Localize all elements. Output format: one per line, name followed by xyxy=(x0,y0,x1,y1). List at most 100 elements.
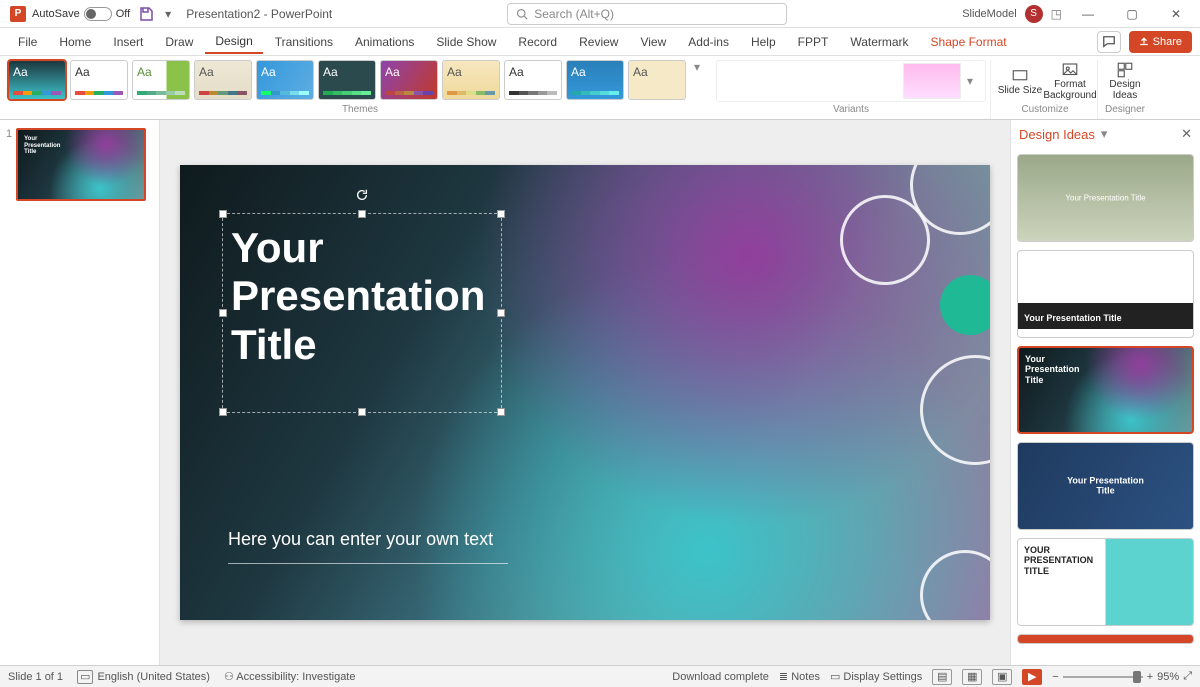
design-idea-4[interactable]: Your Presentation Title xyxy=(1017,442,1194,530)
group-label-customize: Customize xyxy=(997,104,1093,115)
tab-draw[interactable]: Draw xyxy=(155,31,203,53)
design-idea-5[interactable]: YOUR PRESENTATION TITLE xyxy=(1017,538,1194,626)
status-bar: Slide 1 of 1 ▭English (United States) ⚇ … xyxy=(0,665,1200,687)
slideshow-view-icon[interactable]: ▶ xyxy=(1022,669,1042,685)
theme-item-8[interactable]: Aa xyxy=(442,60,500,100)
language-status[interactable]: ▭English (United States) xyxy=(77,670,210,683)
slide-thumbnail-1[interactable]: Your Presentation Title xyxy=(16,128,146,201)
rotate-handle-icon[interactable] xyxy=(355,188,369,202)
slide-1[interactable]: Your Presentation Title Here you can ent… xyxy=(180,165,990,620)
design-ideas-button[interactable]: Design Ideas xyxy=(1102,60,1148,102)
tab-watermark[interactable]: Watermark xyxy=(840,31,918,53)
design-ideas-pane: Design Ideas ▾ ✕ Your Presentation Title… xyxy=(1010,120,1200,665)
resize-handle[interactable] xyxy=(497,309,505,317)
theme-item-1[interactable]: Aa xyxy=(8,60,66,100)
share-label: Share xyxy=(1153,36,1182,48)
tab-record[interactable]: Record xyxy=(508,31,567,53)
minimize-button[interactable]: — xyxy=(1070,0,1106,28)
tab-animations[interactable]: Animations xyxy=(345,31,424,53)
autosave-toggle[interactable]: AutoSave Off xyxy=(32,7,130,21)
zoom-slider[interactable] xyxy=(1063,676,1143,678)
pane-close-icon[interactable]: ✕ xyxy=(1181,126,1192,142)
group-label-designer: Designer xyxy=(1102,104,1148,115)
variants-more-icon[interactable]: ▾ xyxy=(967,74,981,88)
theme-item-7[interactable]: Aa xyxy=(380,60,438,100)
thumbnail-rail[interactable]: 1 Your Presentation Title xyxy=(0,120,160,665)
theme-item-5[interactable]: Aa xyxy=(256,60,314,100)
design-ideas-title: Design Ideas xyxy=(1019,127,1095,142)
theme-item-6[interactable]: Aa xyxy=(318,60,376,100)
ribbon-content: Aa Aa Aa Aa Aa Aa Aa Aa Aa Aa Aa ▾ Theme… xyxy=(0,56,1200,120)
tab-slideshow[interactable]: Slide Show xyxy=(426,31,506,53)
slide-counter[interactable]: Slide 1 of 1 xyxy=(8,671,63,683)
qat-dropdown-icon[interactable]: ▾ xyxy=(160,6,176,22)
zoom-value[interactable]: 95% xyxy=(1157,671,1179,683)
share-button[interactable]: Share xyxy=(1129,31,1192,53)
theme-item-9[interactable]: Aa xyxy=(504,60,562,100)
design-idea-2[interactable]: Your Presentation Title xyxy=(1017,250,1194,338)
tab-file[interactable]: File xyxy=(8,31,47,53)
title-textbox[interactable]: Your Presentation Title xyxy=(222,213,502,413)
search-input[interactable]: Search (Alt+Q) xyxy=(507,3,787,25)
sorter-view-icon[interactable]: ▦ xyxy=(962,669,982,685)
theme-item-2[interactable]: Aa xyxy=(70,60,128,100)
design-ideas-label: Design Ideas xyxy=(1102,79,1148,101)
display-settings-button[interactable]: ▭ Display Settings xyxy=(830,670,922,683)
account-name[interactable]: SlideModel xyxy=(962,8,1016,20)
maximize-button[interactable]: ▢ xyxy=(1114,0,1150,28)
format-background-button[interactable]: Format Background xyxy=(1047,60,1093,102)
resize-handle[interactable] xyxy=(497,408,505,416)
comments-button[interactable] xyxy=(1097,31,1121,53)
download-status: Download complete xyxy=(672,671,769,683)
close-button[interactable]: ✕ xyxy=(1158,0,1194,28)
slide-size-button[interactable]: Slide Size xyxy=(997,60,1043,102)
zoom-control[interactable]: − + 95% ⤢ xyxy=(1052,670,1192,683)
resize-handle[interactable] xyxy=(219,408,227,416)
themes-gallery[interactable]: Aa Aa Aa Aa Aa Aa Aa Aa Aa Aa Aa ▾ xyxy=(8,60,712,102)
ribbon-display-icon[interactable]: ◳ xyxy=(1051,7,1062,21)
theme-item-10[interactable]: Aa xyxy=(566,60,624,100)
theme-item-11[interactable]: Aa xyxy=(628,60,686,100)
tab-view[interactable]: View xyxy=(630,31,676,53)
tab-design[interactable]: Design xyxy=(205,30,262,54)
slide-canvas[interactable]: Your Presentation Title Here you can ent… xyxy=(160,120,1010,665)
subtitle-text[interactable]: Here you can enter your own text xyxy=(228,529,493,550)
tab-shape-format[interactable]: Shape Format xyxy=(921,31,1017,53)
tab-home[interactable]: Home xyxy=(49,31,101,53)
zoom-in-icon[interactable]: + xyxy=(1147,671,1153,683)
reading-view-icon[interactable]: ▣ xyxy=(992,669,1012,685)
slide-number: 1 xyxy=(6,128,12,201)
design-idea-1[interactable]: Your Presentation Title xyxy=(1017,154,1194,242)
themes-more-icon[interactable]: ▾ xyxy=(694,60,708,74)
tab-review[interactable]: Review xyxy=(569,31,628,53)
accessibility-status[interactable]: ⚇ Accessibility: Investigate xyxy=(224,670,356,683)
design-idea-3[interactable]: Your Presentation Title xyxy=(1017,346,1194,434)
workspace: 1 Your Presentation Title Your Presentat… xyxy=(0,120,1200,665)
tab-transitions[interactable]: Transitions xyxy=(265,31,343,53)
notes-button[interactable]: ≣ Notes xyxy=(779,670,820,683)
resize-handle[interactable] xyxy=(219,309,227,317)
group-label-variants: Variants xyxy=(716,104,986,115)
decor-circle xyxy=(840,195,930,285)
fit-icon[interactable]: ⤢ xyxy=(1183,670,1192,683)
design-ideas-list[interactable]: Your Presentation Title Your Presentatio… xyxy=(1011,148,1200,665)
variants-gallery[interactable]: ▾ xyxy=(716,60,986,102)
theme-item-3[interactable]: Aa xyxy=(132,60,190,100)
resize-handle[interactable] xyxy=(219,210,227,218)
tab-insert[interactable]: Insert xyxy=(103,31,153,53)
tab-fppt[interactable]: FPPT xyxy=(788,31,839,53)
resize-handle[interactable] xyxy=(358,210,366,218)
normal-view-icon[interactable]: ▤ xyxy=(932,669,952,685)
save-icon[interactable] xyxy=(138,6,154,22)
tab-help[interactable]: Help xyxy=(741,31,786,53)
account-avatar[interactable]: S xyxy=(1025,5,1043,23)
resize-handle[interactable] xyxy=(497,210,505,218)
resize-handle[interactable] xyxy=(358,408,366,416)
design-idea-6[interactable] xyxy=(1017,634,1194,644)
theme-item-4[interactable]: Aa xyxy=(194,60,252,100)
tab-addins[interactable]: Add-ins xyxy=(678,31,739,53)
zoom-out-icon[interactable]: − xyxy=(1052,671,1058,683)
title-text[interactable]: Your Presentation Title xyxy=(223,214,501,379)
pane-dropdown-icon[interactable]: ▾ xyxy=(1101,126,1108,142)
search-placeholder: Search (Alt+Q) xyxy=(534,7,614,21)
